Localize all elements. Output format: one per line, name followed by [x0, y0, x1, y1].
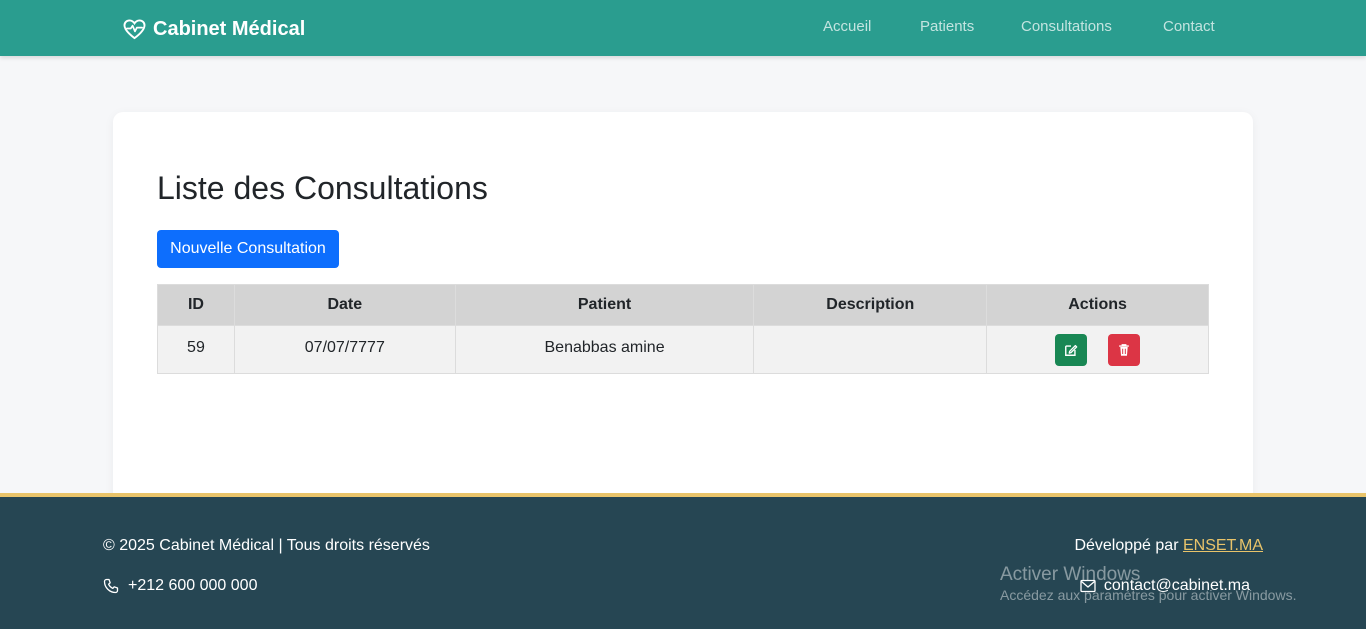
header-actions: Actions — [986, 284, 1209, 326]
pencil-square-icon — [1065, 344, 1078, 356]
footer-email: contact@cabinet.ma — [1080, 577, 1250, 595]
footer-copyright: © 2025 Cabinet Médical | Tous droits rés… — [103, 537, 430, 554]
envelope-icon — [1080, 579, 1096, 593]
cell-actions — [986, 325, 1209, 374]
table-header-row: ID Date Patient Description Actions — [157, 284, 1209, 326]
developed-by-label: Développé par — [1074, 537, 1179, 554]
trash-icon — [1119, 343, 1129, 356]
developer-link[interactable]: ENSET.MA — [1183, 537, 1263, 554]
navbar: Cabinet Médical Accueil Patients Consult… — [0, 0, 1366, 56]
cell-id: 59 — [157, 325, 235, 374]
footer-phone: +212 600 000 000 — [103, 577, 257, 595]
cell-date: 07/07/7777 — [233, 325, 456, 374]
new-consultation-button[interactable]: Nouvelle Consultation — [157, 230, 339, 268]
edit-button[interactable] — [1055, 333, 1088, 366]
page-title: Liste des Consultations — [157, 170, 488, 206]
consultations-table: ID Date Patient Description Actions 59 0… — [157, 284, 1209, 374]
nav-link-consultations[interactable]: Consultations — [1021, 18, 1112, 35]
footer: © 2025 Cabinet Médical | Tous droits rés… — [0, 493, 1366, 629]
table-row: 59 07/07/7777 Benabbas amine — [157, 325, 1209, 374]
delete-button[interactable] — [1107, 333, 1140, 366]
nav-link-contact[interactable]: Contact — [1163, 18, 1215, 35]
nav-link-accueil[interactable]: Accueil — [823, 18, 871, 35]
header-date: Date — [233, 284, 456, 326]
nav-links: Accueil Patients Consultations Contact — [0, 18, 1366, 40]
cell-patient: Benabbas amine — [454, 325, 755, 374]
cell-description — [753, 325, 988, 374]
header-description: Description — [753, 284, 988, 326]
nav-link-patients[interactable]: Patients — [920, 18, 974, 35]
email-address: contact@cabinet.ma — [1103, 577, 1250, 594]
phone-number: +212 600 000 000 — [128, 577, 258, 594]
header-id: ID — [157, 284, 235, 326]
phone-icon — [103, 578, 119, 594]
footer-developer: Développé par ENSET.MA — [1074, 537, 1263, 555]
header-patient: Patient — [454, 284, 755, 326]
